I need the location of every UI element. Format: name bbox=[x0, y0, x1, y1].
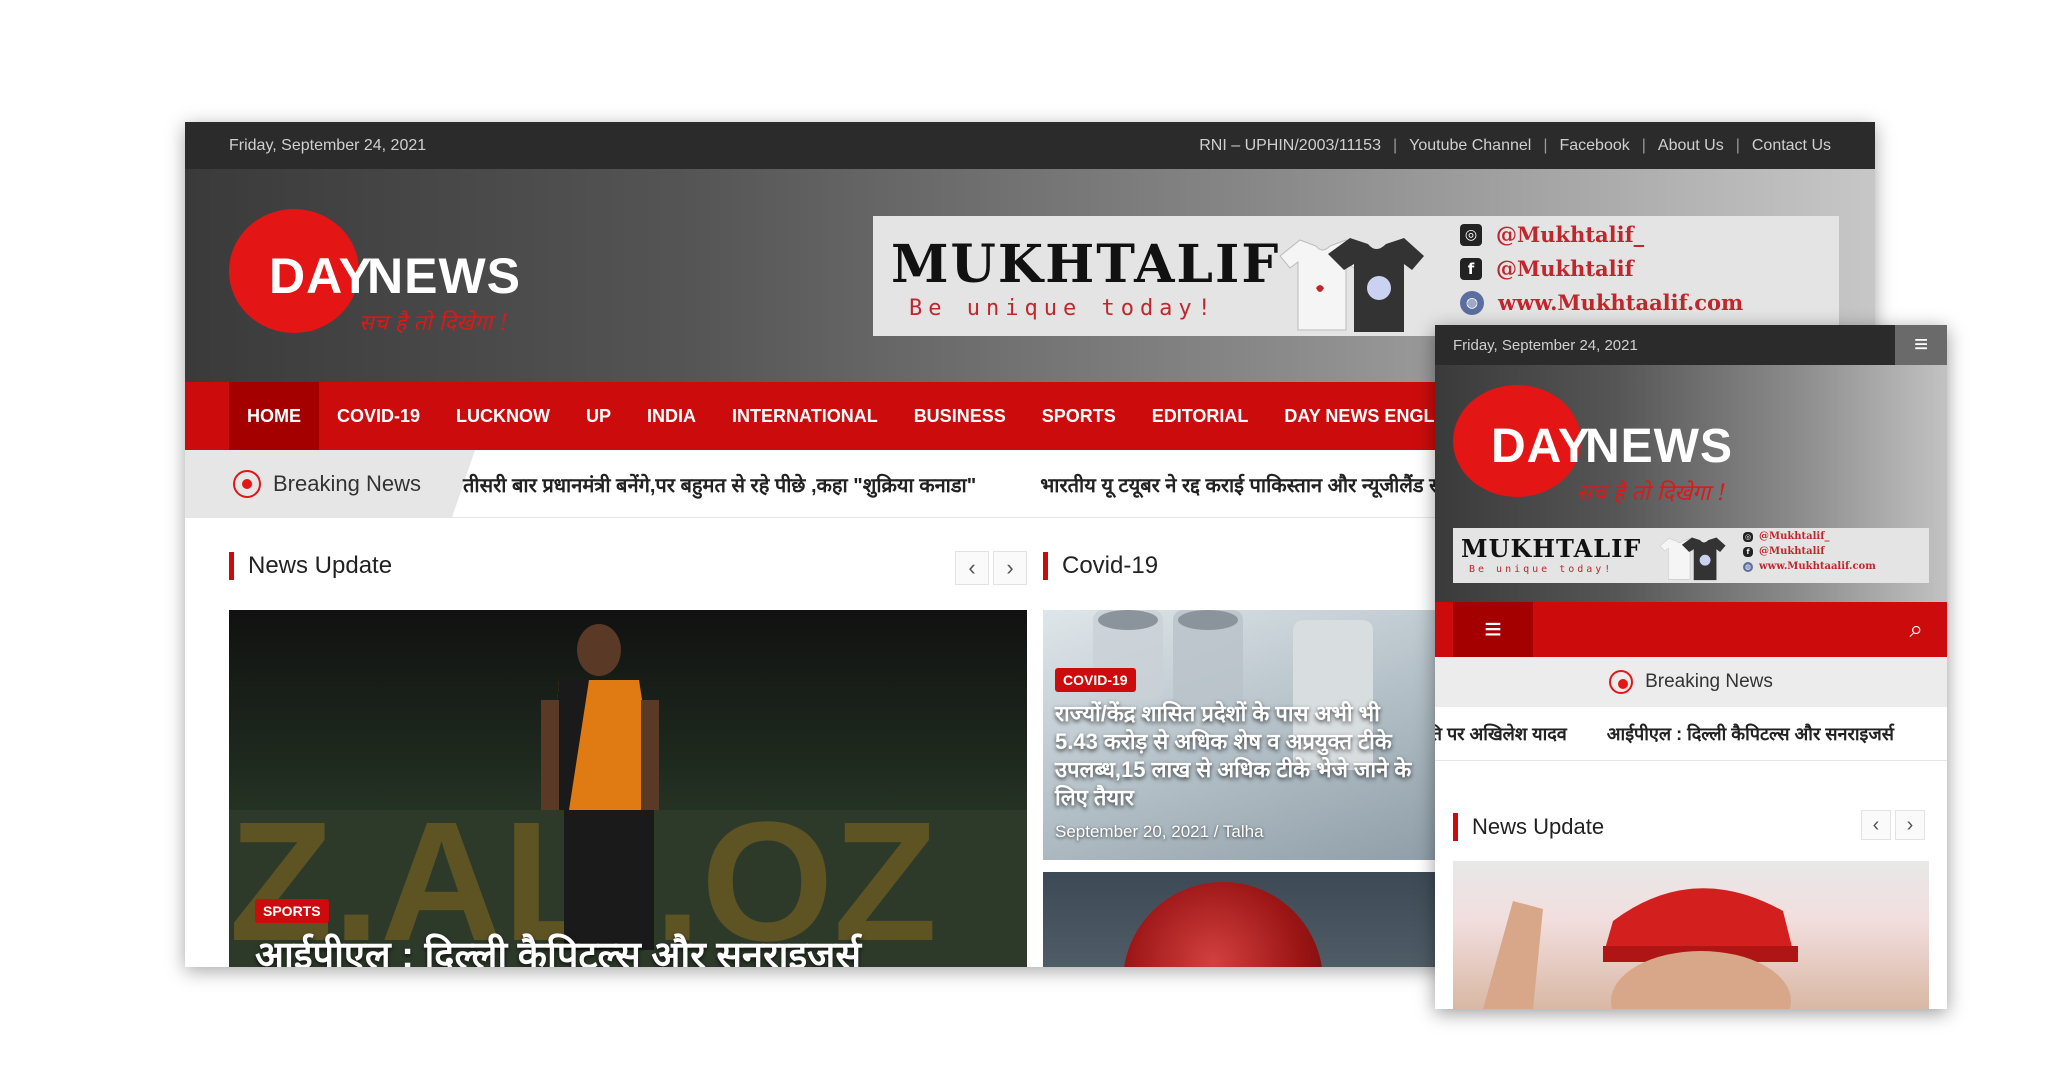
breaking-news-text: Breaking News bbox=[1645, 671, 1773, 692]
politician-photo bbox=[1483, 888, 1798, 1009]
mobile-featured-card[interactable] bbox=[1453, 861, 1929, 1009]
separator: | bbox=[1735, 136, 1740, 154]
covid-headline[interactable]: राज्यों/केंद्र शासित प्रदेशों के पास अभी… bbox=[1055, 700, 1425, 812]
nav-sports[interactable]: SPORTS bbox=[1024, 382, 1134, 450]
ad-website-row: ◍ www.Mukhtaalif.com bbox=[1460, 290, 1743, 315]
globe-icon: ◍ bbox=[1460, 290, 1484, 315]
facebook-link[interactable]: Facebook bbox=[1559, 137, 1629, 155]
top-links: RNI – UPHIN/2003/11153 | Youtube Channel… bbox=[1199, 137, 1831, 155]
prev-arrow-button[interactable]: ‹ bbox=[1861, 810, 1891, 840]
mobile-news-update-heading: News Update bbox=[1453, 813, 1604, 841]
logo-tagline: सच है तो दिखेगा ! bbox=[1577, 481, 1727, 506]
ad-slogan: Be unique today! bbox=[1469, 564, 1614, 575]
ticker-item[interactable]: राजनीति पर अखिलेश यादव bbox=[1435, 722, 1567, 746]
rni-number: RNI – UPHIN/2003/11153 bbox=[1199, 136, 1381, 154]
separator: | bbox=[1392, 136, 1398, 154]
mobile-nav: ≡ ⌕ bbox=[1435, 602, 1947, 657]
mobile-top-bar: Friday, September 24, 2021 ≡ bbox=[1435, 325, 1947, 365]
nav-india[interactable]: INDIA bbox=[629, 382, 714, 450]
ad-instagram-row: ◎ @Mukhtalif_ bbox=[1460, 222, 1743, 247]
nav-covid-19[interactable]: COVID-19 bbox=[319, 382, 438, 450]
mobile-breaking-ticker: राजनीति पर अखिलेश यादव आईपीएल : दिल्ली क… bbox=[1435, 707, 1947, 761]
logo-word-news: NEWS bbox=[367, 248, 521, 304]
covid-news-card-2[interactable] bbox=[1043, 872, 1435, 967]
ad-website: www.Mukhtaalif.com bbox=[1759, 561, 1876, 572]
youtube-link[interactable]: Youtube Channel bbox=[1409, 137, 1531, 155]
about-us-link[interactable]: About Us bbox=[1658, 137, 1724, 155]
tshirt-image bbox=[1659, 537, 1726, 581]
prev-arrow-button[interactable]: ‹ bbox=[955, 551, 989, 585]
ad-banner[interactable]: MUKHTALIF Be unique today! ◎ @Mukhtalif_… bbox=[873, 216, 1839, 336]
tshirt-image bbox=[1279, 238, 1424, 332]
mobile-header: DAY NEWS सच है तो दिखेगा ! MUKHTALIF Be … bbox=[1435, 365, 1947, 602]
ticker-item[interactable]: आईपीएल : दिल्ली कैपिटल्स और सनराइजर्स bbox=[1607, 722, 1894, 746]
top-bar: Friday, September 24, 2021 RNI – UPHIN/2… bbox=[185, 122, 1875, 169]
category-badge[interactable]: COVID-19 bbox=[1055, 668, 1136, 692]
ad-facebook-handle: @Mukhtalif bbox=[1496, 256, 1634, 281]
ad-facebook-handle: @Mukhtalif bbox=[1759, 546, 1825, 557]
nav-editorial[interactable]: EDITORIAL bbox=[1134, 382, 1267, 450]
ad-brand: MUKHTALIF bbox=[891, 234, 1281, 295]
covid-news-card[interactable]: COVID-19 राज्यों/केंद्र शासित प्रदेशों क… bbox=[1043, 610, 1435, 860]
instagram-icon: ◎ bbox=[1460, 223, 1482, 246]
mobile-news-update-arrows: ‹ › bbox=[1861, 810, 1925, 840]
nav-business[interactable]: BUSINESS bbox=[896, 382, 1024, 450]
ticker-item[interactable]: तीसरी बार प्रधानमंत्री बनेंगे,पर बहुमत स… bbox=[463, 471, 976, 498]
ad-social-list: ◎ @Mukhtalif_ f @Mukhtalif ◍ www.Mukhtaa… bbox=[1743, 531, 1876, 572]
globe-icon: ◍ bbox=[1743, 561, 1753, 572]
instagram-icon: ◎ bbox=[1743, 531, 1753, 542]
mobile-breaking-label: Breaking News bbox=[1435, 657, 1947, 707]
hamburger-menu-icon[interactable]: ≡ bbox=[1453, 602, 1533, 657]
ad-website: www.Mukhtaalif.com bbox=[1498, 290, 1744, 315]
ad-brand: MUKHTALIF bbox=[1461, 534, 1642, 563]
ad-slogan: Be unique today! bbox=[909, 296, 1217, 321]
ad-website-row: ◍ www.Mukhtaalif.com bbox=[1743, 561, 1876, 572]
mobile-screenshot: Friday, September 24, 2021 ≡ DAY NEWS सच… bbox=[1435, 325, 1947, 1009]
next-arrow-button[interactable]: › bbox=[993, 551, 1027, 585]
top-menu-icon[interactable]: ≡ bbox=[1895, 325, 1947, 365]
news-update-heading: News Update bbox=[229, 552, 392, 580]
nav-international[interactable]: INTERNATIONAL bbox=[714, 382, 896, 450]
nav-lucknow[interactable]: LUCKNOW bbox=[438, 382, 568, 450]
next-arrow-button[interactable]: › bbox=[1895, 810, 1925, 840]
live-dot-icon bbox=[1609, 670, 1634, 694]
facebook-icon: f bbox=[1743, 546, 1753, 557]
search-icon[interactable]: ⌕ bbox=[1910, 616, 1923, 644]
covid-meta: September 20, 2021 / Talha bbox=[1055, 822, 1264, 841]
nav-home[interactable]: HOME bbox=[229, 382, 319, 450]
logo-word-day: DAY bbox=[269, 248, 373, 304]
ad-facebook-row: f @Mukhtalif bbox=[1743, 546, 1876, 557]
ad-instagram-handle: @Mukhtalif_ bbox=[1496, 222, 1645, 247]
category-badge[interactable]: SPORTS bbox=[255, 899, 329, 923]
featured-news-card[interactable]: Z.ALI.OZ SPORTS आईपीएल : दिल्ली कैपिटल्स… bbox=[229, 610, 1027, 967]
site-logo[interactable]: DAY NEWS सच है तो दिखेगा ! bbox=[229, 209, 569, 349]
featured-headline[interactable]: आईपीएल : दिल्ली कैपिटल्स और सनराइजर्स bbox=[255, 928, 861, 967]
breaking-news-label: Breaking News bbox=[185, 450, 475, 518]
nav-up[interactable]: UP bbox=[568, 382, 629, 450]
live-dot-icon bbox=[233, 470, 261, 498]
ticker-item[interactable]: भारतीय यू टयूबर ने रद्द कराई पाकिस्तान औ… bbox=[1040, 471, 1476, 498]
separator: | bbox=[1543, 136, 1548, 154]
ad-facebook-row: f @Mukhtalif bbox=[1460, 256, 1743, 281]
breaking-news-text: Breaking News bbox=[273, 471, 421, 496]
ad-instagram-handle: @Mukhtalif_ bbox=[1759, 531, 1830, 542]
logo-word-news: NEWS bbox=[1585, 420, 1733, 473]
mobile-date: Friday, September 24, 2021 bbox=[1453, 336, 1638, 354]
covid-heading: Covid-19 bbox=[1043, 552, 1158, 580]
logo-tagline: सच है तो दिखेगा ! bbox=[359, 311, 509, 336]
logo-word-day: DAY bbox=[1491, 420, 1591, 473]
mobile-site-logo[interactable]: DAY NEWS सच है तो दिखेगा ! bbox=[1453, 385, 1783, 515]
contact-us-link[interactable]: Contact Us bbox=[1752, 137, 1831, 155]
facebook-icon: f bbox=[1460, 257, 1482, 280]
separator: | bbox=[1641, 136, 1646, 154]
breaking-ticker: तीसरी बार प्रधानमंत्री बनेंगे,पर बहुमत स… bbox=[463, 450, 1476, 518]
coronavirus-image bbox=[1123, 882, 1323, 967]
ad-social-list: ◎ @Mukhtalif_ f @Mukhtalif ◍ www.Mukhtaa… bbox=[1460, 222, 1743, 315]
ad-instagram-row: ◎ @Mukhtalif_ bbox=[1743, 531, 1876, 542]
mobile-ad-banner[interactable]: MUKHTALIF Be unique today! ◎ @Mukhtalif_… bbox=[1453, 528, 1929, 583]
news-update-arrows: ‹ › bbox=[955, 551, 1027, 585]
cricketer-photo: Z.ALI.OZ bbox=[229, 624, 1027, 967]
current-date: Friday, September 24, 2021 bbox=[229, 136, 427, 154]
